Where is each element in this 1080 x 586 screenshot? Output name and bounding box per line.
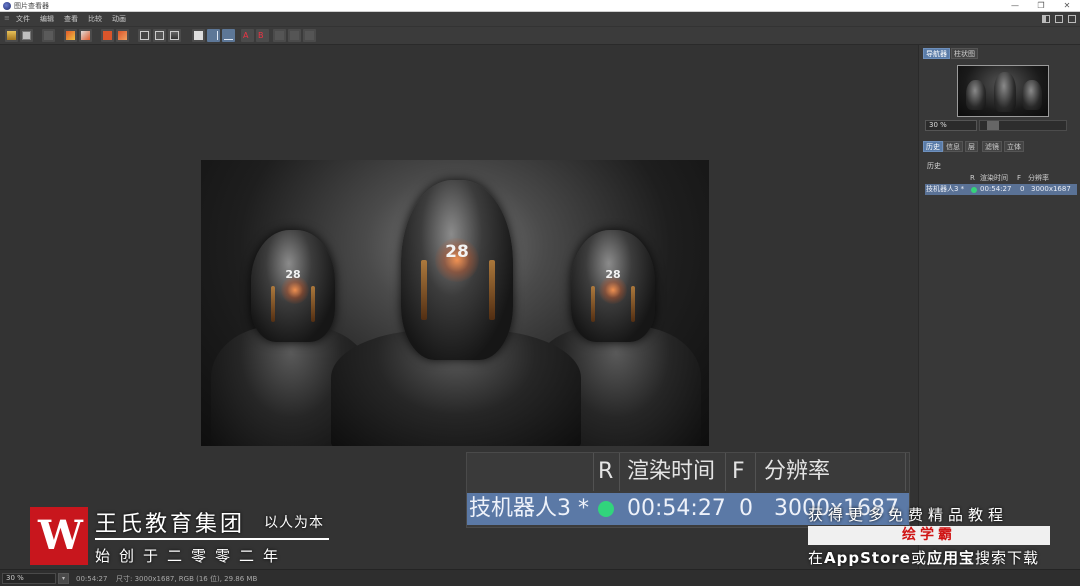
compare-a-button[interactable]: A	[241, 29, 254, 42]
compare-b-button[interactable]: B	[256, 29, 269, 42]
tab-info[interactable]: 信息	[943, 141, 963, 152]
menu-file[interactable]: 文件	[16, 13, 30, 25]
callout-row-frame: 0	[739, 496, 753, 521]
tab-navigator[interactable]: 导航器	[923, 48, 950, 59]
zoom-slider-handle[interactable]	[987, 121, 999, 130]
promo-line3-a: 在	[808, 549, 825, 567]
menu-compare[interactable]: 比较	[88, 13, 102, 25]
close-button[interactable]: ✕	[1054, 0, 1080, 12]
history-row-frame: 0	[1020, 185, 1025, 193]
callout-status-dot	[598, 501, 614, 517]
tab-history[interactable]: 历史	[923, 141, 943, 152]
split-horizontal-button[interactable]	[222, 29, 235, 42]
view-c-button[interactable]	[168, 29, 181, 42]
promo-line3: 在AppStore或应用宝搜索下载	[808, 547, 1039, 568]
tab-filter[interactable]: 滤镜	[982, 141, 1002, 152]
promo-line3-e: 搜索下载	[974, 549, 1039, 567]
right-panel: 导航器 柱状图 30 % 历史 信息 层 滤镜 立体 历史 R 渲染时间 F 分…	[918, 45, 1080, 569]
layout-split-icon[interactable]	[1042, 15, 1050, 23]
menu-edit[interactable]: 编辑	[40, 13, 54, 25]
tab-stereo[interactable]: 立体	[1004, 141, 1024, 152]
callout-col-f: F	[732, 459, 745, 484]
title-bar: 图片查看器 — ❐ ✕	[0, 0, 1080, 12]
history-row[interactable]: 技机器人3 * 00:54:27 0 3000x1687	[925, 184, 1077, 195]
history-col-res: 分辨率	[1028, 174, 1049, 182]
history-col-f: F	[1017, 174, 1022, 182]
history-row-name: 技机器人3 *	[926, 185, 965, 193]
render-button[interactable]	[64, 29, 77, 42]
callout-col-r: R	[598, 459, 614, 484]
image-viewport[interactable]: 28 28 28 R 渲染时间 F 分辨率 技机器人3 * 00:54:27 0…	[0, 45, 918, 569]
logo-letter: W	[38, 512, 83, 559]
swap-button[interactable]	[273, 29, 286, 42]
brand-subtitle: 始创于二零零二年	[95, 547, 288, 565]
navigator-zoom-input[interactable]: 30 %	[925, 120, 977, 131]
figure-number-right: 28	[605, 268, 621, 281]
open-button[interactable]	[5, 29, 18, 42]
navigator-thumbnail[interactable]	[957, 65, 1049, 117]
layout-full-icon[interactable]	[1068, 15, 1076, 23]
app-icon	[3, 2, 11, 10]
promo-line1: 获得更多免费精品教程	[808, 506, 1009, 524]
robot-center: 28	[331, 180, 581, 446]
menu-view[interactable]: 查看	[64, 13, 78, 25]
brand-name: 王氏教育集团	[95, 512, 246, 537]
status-zoom-select[interactable]: 30 %	[2, 573, 56, 584]
menu-bar: ≡ 文件 编辑 查看 比较 动画	[0, 12, 1080, 26]
history-col-time: 渲染时间	[980, 174, 1008, 182]
render-image: 28 28 28	[201, 160, 709, 446]
menu-grip-icon: ≡	[4, 14, 10, 22]
layout-panel-icon[interactable]	[1055, 15, 1063, 23]
history-section-title: 历史	[927, 162, 941, 170]
view-b-button[interactable]	[153, 29, 166, 42]
maximize-button[interactable]: ❐	[1028, 0, 1054, 12]
menu-animation[interactable]: 动画	[112, 13, 126, 25]
tab-histogram[interactable]: 柱状图	[951, 48, 978, 59]
sync-button[interactable]	[288, 29, 301, 42]
stop-button[interactable]	[101, 29, 114, 42]
status-zoom-dropdown-icon[interactable]: ▾	[58, 573, 69, 584]
callout-col-time: 渲染时间	[627, 459, 716, 484]
link-button[interactable]	[303, 29, 316, 42]
figure-number-left: 28	[285, 268, 301, 281]
save-button[interactable]	[20, 29, 33, 42]
brand-slogan: 以人为本	[264, 515, 324, 531]
channel-button[interactable]	[192, 29, 205, 42]
tab-layers[interactable]: 层	[965, 141, 978, 152]
window-title: 图片查看器	[14, 2, 49, 10]
history-status-dot	[971, 187, 977, 193]
callout-col-res: 分辨率	[764, 459, 831, 484]
brand-logo: W	[30, 507, 88, 565]
split-vertical-button[interactable]	[207, 29, 220, 42]
promo-brand: 绘学霸	[902, 527, 956, 543]
copy-button[interactable]	[42, 29, 55, 42]
status-render-time: 00:54:27	[76, 575, 108, 583]
promo-line3-c: 或	[910, 549, 927, 567]
navigator-zoom-slider[interactable]	[979, 120, 1067, 131]
view-a-button[interactable]	[138, 29, 151, 42]
promo-yingyongbao: 应用宝	[926, 549, 975, 567]
history-col-r: R	[970, 174, 975, 182]
promo-appstore: AppStore	[824, 549, 911, 567]
status-bar: 30 % ▾ 00:54:27 尺寸: 3000x1687, RGB (16 位…	[0, 569, 1080, 586]
toolbar: A B	[0, 27, 1080, 45]
history-row-res: 3000x1687	[1031, 185, 1071, 193]
callout-row-time: 00:54:27	[627, 496, 726, 521]
promo-brand-bar: 绘学霸	[808, 526, 1050, 545]
status-image-info: 尺寸: 3000x1687, RGB (16 位), 29.86 MB	[116, 575, 258, 583]
minimize-button[interactable]: —	[1002, 0, 1028, 12]
history-row-time: 00:54:27	[980, 185, 1012, 193]
callout-header: R 渲染时间 F 分辨率	[467, 453, 909, 491]
brand-divider	[95, 538, 329, 540]
figure-number-center: 28	[445, 242, 469, 262]
render-region-button[interactable]	[79, 29, 92, 42]
callout-row-name: 技机器人3 *	[469, 496, 589, 521]
clear-button[interactable]	[116, 29, 129, 42]
